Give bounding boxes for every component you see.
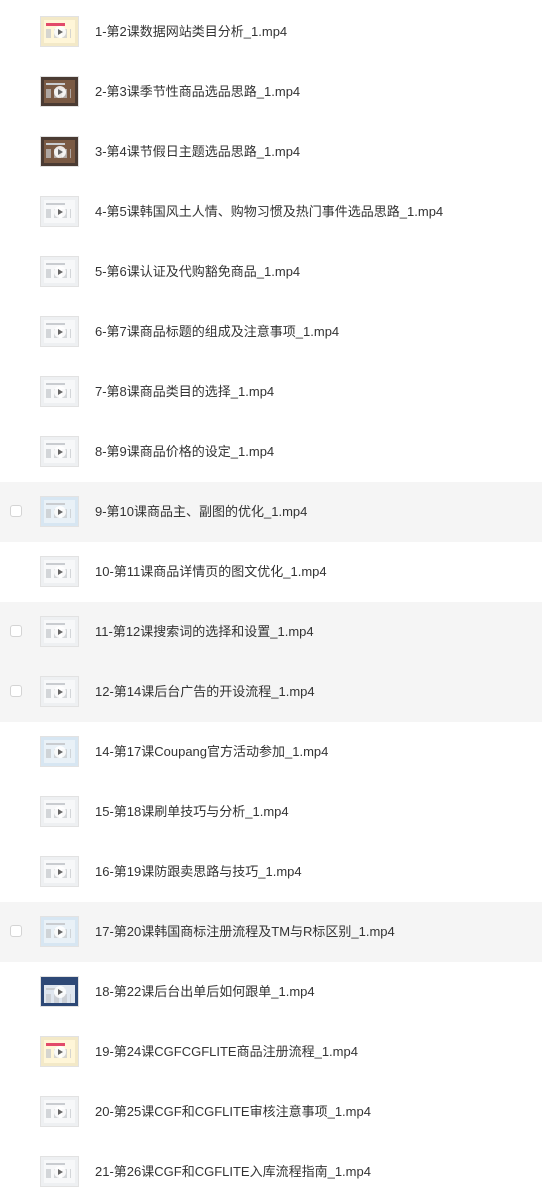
play-icon — [53, 1045, 66, 1058]
file-row[interactable]: 4-第5课韩国风土人情、购物习惯及热门事件选品思路_1.mp4 — [0, 182, 542, 242]
file-name[interactable]: 3-第4课节假日主题选品思路_1.mp4 — [95, 122, 300, 182]
video-thumbnail[interactable] — [40, 1096, 79, 1127]
video-thumbnail[interactable] — [40, 376, 79, 407]
file-name[interactable]: 15-第18课刷单技巧与分析_1.mp4 — [95, 782, 289, 842]
play-icon — [53, 145, 66, 158]
file-list: 1-第2课数据网站类目分析_1.mp4 2-第3课季节性商品选品思路_1.mp4 3… — [0, 2, 542, 1202]
file-name[interactable]: 16-第19课防跟卖思路与技巧_1.mp4 — [95, 842, 302, 902]
play-icon — [53, 685, 66, 698]
file-row[interactable]: 16-第19课防跟卖思路与技巧_1.mp4 — [0, 842, 542, 902]
play-icon — [53, 985, 66, 998]
video-thumbnail[interactable] — [40, 676, 79, 707]
play-icon — [53, 625, 66, 638]
file-row[interactable]: 11-第12课搜索词的选择和设置_1.mp4 — [0, 602, 542, 662]
file-row[interactable]: 2-第3课季节性商品选品思路_1.mp4 — [0, 62, 542, 122]
video-thumbnail[interactable] — [40, 616, 79, 647]
video-thumbnail[interactable] — [40, 196, 79, 227]
file-name[interactable]: 1-第2课数据网站类目分析_1.mp4 — [95, 2, 287, 62]
file-row[interactable]: 17-第20课韩国商标注册流程及TM与R标区别_1.mp4 — [0, 902, 542, 962]
file-name[interactable]: 19-第24课CGFCGFLITE商品注册流程_1.mp4 — [95, 1022, 358, 1082]
checkbox-icon[interactable] — [10, 625, 22, 637]
file-row[interactable]: 8-第9课商品价格的设定_1.mp4 — [0, 422, 542, 482]
file-name[interactable]: 2-第3课季节性商品选品思路_1.mp4 — [95, 62, 300, 122]
video-thumbnail[interactable] — [40, 76, 79, 107]
play-icon — [53, 445, 66, 458]
file-name[interactable]: 17-第20课韩国商标注册流程及TM与R标区别_1.mp4 — [95, 902, 395, 962]
video-thumbnail[interactable] — [40, 976, 79, 1007]
checkbox-icon[interactable] — [10, 505, 22, 517]
checkbox-icon[interactable] — [10, 685, 22, 697]
file-name[interactable]: 4-第5课韩国风土人情、购物习惯及热门事件选品思路_1.mp4 — [95, 182, 443, 242]
video-thumbnail[interactable] — [40, 496, 79, 527]
file-name[interactable]: 20-第25课CGF和CGFLITE审核注意事项_1.mp4 — [95, 1082, 371, 1142]
file-name[interactable]: 8-第9课商品价格的设定_1.mp4 — [95, 422, 274, 482]
file-name[interactable]: 10-第11课商品详情页的图文优化_1.mp4 — [95, 542, 327, 602]
file-row[interactable]: 18-第22课后台出单后如何跟单_1.mp4 — [0, 962, 542, 1022]
video-thumbnail[interactable] — [40, 736, 79, 767]
play-icon — [53, 265, 66, 278]
file-name[interactable]: 11-第12课搜索词的选择和设置_1.mp4 — [95, 602, 314, 662]
file-name[interactable]: 5-第6课认证及代购豁免商品_1.mp4 — [95, 242, 300, 302]
video-thumbnail[interactable] — [40, 1156, 79, 1187]
file-row[interactable]: 7-第8课商品类目的选择_1.mp4 — [0, 362, 542, 422]
file-name[interactable]: 6-第7课商品标题的组成及注意事项_1.mp4 — [95, 302, 339, 362]
play-icon — [53, 205, 66, 218]
video-thumbnail[interactable] — [40, 16, 79, 47]
file-row[interactable]: 14-第17课Coupang官方活动参加_1.mp4 — [0, 722, 542, 782]
play-icon — [53, 1105, 66, 1118]
file-row[interactable]: 21-第26课CGF和CGFLITE入库流程指南_1.mp4 — [0, 1142, 542, 1202]
file-name[interactable]: 9-第10课商品主、副图的优化_1.mp4 — [95, 482, 307, 542]
play-icon — [53, 325, 66, 338]
play-icon — [53, 805, 66, 818]
video-thumbnail[interactable] — [40, 256, 79, 287]
file-row[interactable]: 20-第25课CGF和CGFLITE审核注意事项_1.mp4 — [0, 1082, 542, 1142]
checkbox-icon[interactable] — [10, 925, 22, 937]
file-row[interactable]: 15-第18课刷单技巧与分析_1.mp4 — [0, 782, 542, 842]
file-name[interactable]: 14-第17课Coupang官方活动参加_1.mp4 — [95, 722, 328, 782]
play-icon — [53, 745, 66, 758]
video-thumbnail[interactable] — [40, 556, 79, 587]
video-thumbnail[interactable] — [40, 436, 79, 467]
video-thumbnail[interactable] — [40, 136, 79, 167]
video-thumbnail[interactable] — [40, 916, 79, 947]
play-icon — [53, 385, 66, 398]
file-row[interactable]: 6-第7课商品标题的组成及注意事项_1.mp4 — [0, 302, 542, 362]
file-name[interactable]: 18-第22课后台出单后如何跟单_1.mp4 — [95, 962, 315, 1022]
video-thumbnail[interactable] — [40, 1036, 79, 1067]
video-thumbnail[interactable] — [40, 316, 79, 347]
play-icon — [53, 25, 66, 38]
file-row[interactable]: 9-第10课商品主、副图的优化_1.mp4 — [0, 482, 542, 542]
file-row[interactable]: 12-第14课后台广告的开设流程_1.mp4 — [0, 662, 542, 722]
play-icon — [53, 565, 66, 578]
file-name[interactable]: 7-第8课商品类目的选择_1.mp4 — [95, 362, 274, 422]
file-row[interactable]: 19-第24课CGFCGFLITE商品注册流程_1.mp4 — [0, 1022, 542, 1082]
video-thumbnail[interactable] — [40, 856, 79, 887]
file-row[interactable]: 3-第4课节假日主题选品思路_1.mp4 — [0, 122, 542, 182]
file-name[interactable]: 21-第26课CGF和CGFLITE入库流程指南_1.mp4 — [95, 1142, 371, 1202]
file-row[interactable]: 10-第11课商品详情页的图文优化_1.mp4 — [0, 542, 542, 602]
file-name[interactable]: 12-第14课后台广告的开设流程_1.mp4 — [95, 662, 315, 722]
file-row[interactable]: 1-第2课数据网站类目分析_1.mp4 — [0, 2, 542, 62]
play-icon — [53, 865, 66, 878]
file-row[interactable]: 5-第6课认证及代购豁免商品_1.mp4 — [0, 242, 542, 302]
play-icon — [53, 505, 66, 518]
play-icon — [53, 85, 66, 98]
play-icon — [53, 1165, 66, 1178]
play-icon — [53, 925, 66, 938]
video-thumbnail[interactable] — [40, 796, 79, 827]
